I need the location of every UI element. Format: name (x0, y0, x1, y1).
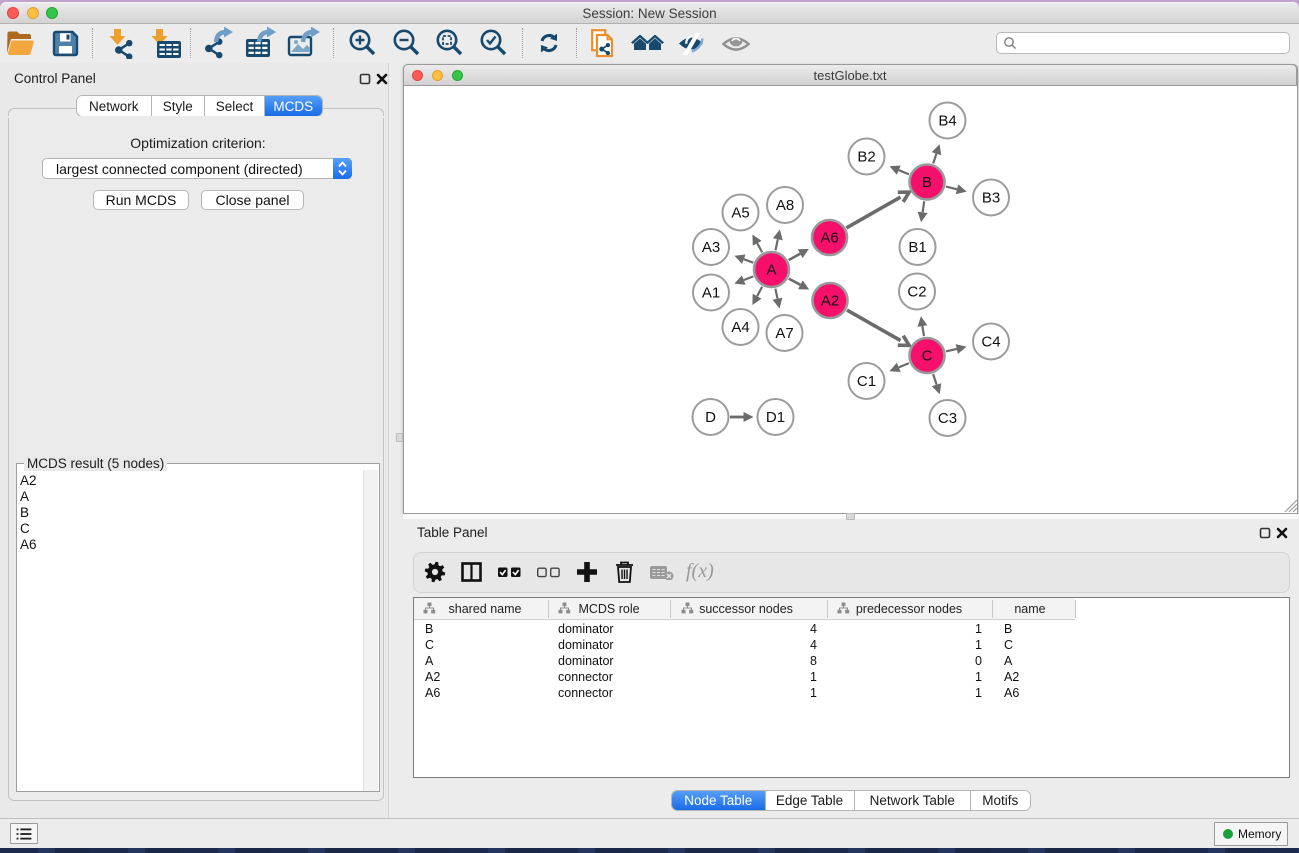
svg-text:A1: A1 (702, 285, 720, 302)
svg-text:C4: C4 (981, 334, 1000, 351)
svg-text:C: C (922, 348, 933, 365)
svg-text:A: A (766, 262, 776, 279)
svg-text:B4: B4 (938, 113, 956, 130)
svg-text:C1: C1 (857, 373, 876, 390)
svg-text:D1: D1 (766, 409, 785, 426)
svg-text:A3: A3 (702, 239, 720, 256)
svg-text:D: D (705, 409, 716, 426)
svg-text:C2: C2 (907, 284, 926, 301)
svg-text:A4: A4 (731, 319, 749, 336)
svg-text:A2: A2 (821, 293, 839, 310)
svg-text:B: B (922, 174, 932, 191)
svg-text:B3: B3 (982, 190, 1000, 207)
svg-text:A5: A5 (731, 205, 749, 222)
svg-text:C3: C3 (938, 410, 957, 427)
svg-text:B2: B2 (857, 149, 875, 166)
svg-text:A6: A6 (820, 230, 838, 247)
svg-text:A7: A7 (775, 325, 793, 342)
svg-text:B1: B1 (908, 239, 926, 256)
svg-text:A8: A8 (776, 197, 794, 214)
